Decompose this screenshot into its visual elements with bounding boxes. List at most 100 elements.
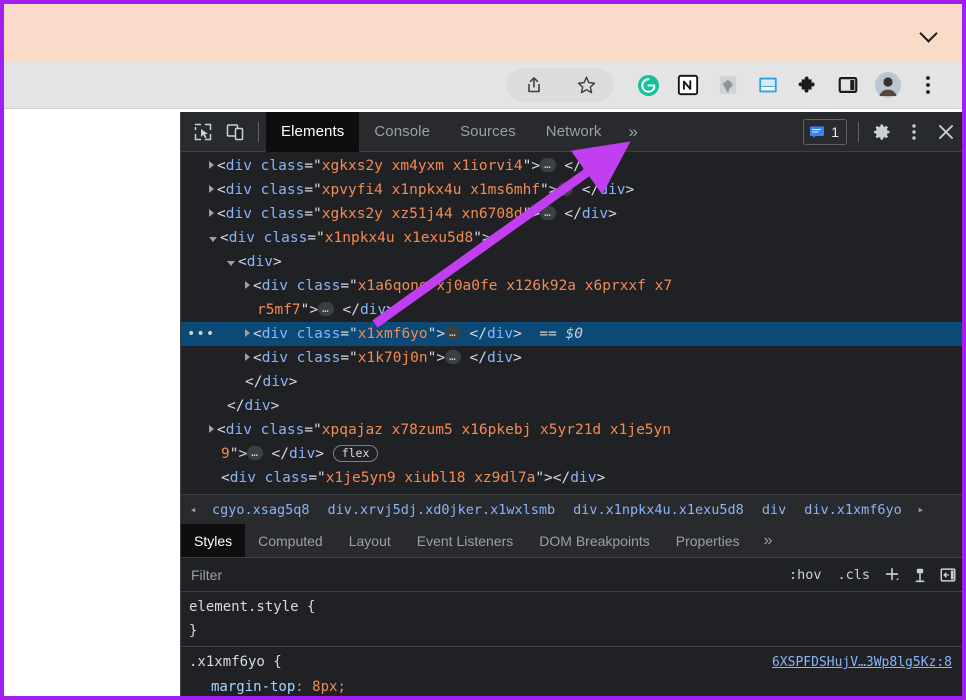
breadcrumb-item[interactable]: div	[753, 502, 795, 518]
collapsed-children-ellipsis[interactable]: …	[318, 302, 334, 316]
dom-row[interactable]: <div class="xgkxs2y xm4yxm x1iorvi4">… <…	[181, 154, 962, 178]
dom-text-punc: ="	[340, 350, 358, 366]
collapsed-children-ellipsis[interactable]: …	[445, 326, 461, 340]
new-style-rule-icon[interactable]	[878, 561, 906, 589]
tab-computed[interactable]: Computed	[245, 524, 336, 557]
dom-row[interactable]: <div>	[181, 250, 962, 274]
expand-triangle-closed-icon[interactable]	[209, 425, 214, 433]
chevron-down-icon[interactable]	[920, 24, 938, 42]
expand-triangle-closed-icon[interactable]	[209, 161, 214, 169]
settings-gear-icon[interactable]	[866, 116, 898, 148]
side-panel-icon[interactable]	[835, 72, 861, 98]
toolbar-divider-2	[858, 121, 859, 142]
stylesheet-source-link[interactable]: 6XSPFDSHujV…3Wp8lg5Kz:8	[772, 651, 952, 675]
pocket-extension-icon[interactable]	[755, 72, 781, 98]
expand-triangle-closed-icon[interactable]	[245, 281, 250, 289]
expand-triangle-closed-icon[interactable]	[209, 209, 214, 217]
dom-text-val: x1k70j0n	[357, 350, 428, 366]
devtools-menu-icon[interactable]	[898, 116, 930, 148]
message-count-badge[interactable]: 1	[803, 118, 847, 145]
dom-text-punc: </	[555, 158, 582, 174]
dom-row[interactable]: </div>	[181, 490, 962, 495]
browser-window: Elements Console Sources Network » 1 <di…	[0, 0, 966, 700]
inspect-element-icon[interactable]	[187, 117, 219, 147]
extensions-puzzle-icon[interactable]	[795, 72, 821, 98]
tab-properties[interactable]: Properties	[663, 524, 753, 557]
dom-row[interactable]: </div>	[181, 394, 962, 418]
dom-text-punc: >	[608, 158, 617, 174]
dom-row[interactable]: <div class="xgkxs2y xz51j44 xn6708d">… <…	[181, 202, 962, 226]
dom-row[interactable]: <div class="x1a6qonq xj0a0fe x126k92a x6…	[181, 274, 962, 298]
tab-event-listeners[interactable]: Event Listeners	[404, 524, 527, 557]
css-property-name[interactable]: margin-top	[211, 679, 295, 695]
dom-row[interactable]: 9">… </div> flex	[181, 442, 962, 466]
expand-triangle-open-icon[interactable]	[227, 260, 235, 266]
css-declaration[interactable]: margin-top: 8px;	[189, 675, 962, 696]
flex-badge[interactable]: flex	[332, 444, 379, 462]
breadcrumb-item[interactable]: div.x1xmf6yo	[795, 502, 911, 518]
tab-layout[interactable]: Layout	[336, 524, 404, 557]
dom-text-punc: </	[573, 182, 600, 198]
collapsed-children-ellipsis[interactable]: …	[445, 350, 461, 364]
collapsed-children-ellipsis[interactable]: …	[540, 158, 556, 172]
css-rules-pane[interactable]: element.style {} .x1xmf6yo { 6XSPFDSHujV…3…	[181, 592, 962, 696]
breadcrumb-scroll-left[interactable]: ◂	[183, 503, 203, 516]
expand-triangle-closed-icon[interactable]	[245, 329, 250, 337]
chrome-menu-icon[interactable]	[915, 72, 941, 98]
breadcrumb-item[interactable]: cgyo.xsag5q8	[203, 502, 319, 518]
dom-text-punc: </	[460, 350, 487, 366]
dom-text-punc: ="	[304, 182, 322, 198]
share-icon[interactable]	[521, 72, 547, 98]
bookmark-star-icon[interactable]	[573, 72, 599, 98]
evernote-extension-icon[interactable]	[715, 72, 741, 98]
tab-elements[interactable]: Elements	[266, 112, 360, 152]
tab-dom-breakpoints[interactable]: DOM Breakpoints	[526, 524, 662, 557]
cls-toggle[interactable]: .cls	[829, 567, 878, 583]
css-selector[interactable]: .x1xmf6yo {	[189, 650, 282, 674]
profile-avatar[interactable]	[875, 72, 901, 98]
dom-row-selected[interactable]: ••• <div class="x1xmf6yo">… </div> == $0	[181, 322, 962, 346]
tab-sources[interactable]: Sources	[445, 112, 531, 152]
dom-text-punc: <	[217, 158, 226, 174]
expand-triangle-closed-icon[interactable]	[245, 353, 250, 361]
dom-row[interactable]: <div class="x1npkx4u x1exu5d8">	[181, 226, 962, 250]
filter-input[interactable]: Filter	[191, 567, 781, 583]
dom-row[interactable]: <div class="x1k70j0n">… </div>	[181, 346, 962, 370]
dom-text-punc: </	[555, 206, 582, 222]
dom-text-punc: ">	[540, 182, 558, 198]
device-toolbar-icon[interactable]	[219, 117, 251, 147]
css-selector[interactable]: element.style {	[189, 595, 315, 619]
css-rule[interactable]: .x1xmf6yo {6XSPFDSHujV…3Wp8lg5Kz:8 margin…	[181, 646, 962, 696]
close-devtools-icon[interactable]	[930, 116, 962, 148]
css-property-value[interactable]: 8px;	[312, 679, 346, 695]
dom-text-attrname: class	[296, 278, 341, 294]
expand-triangle-closed-icon[interactable]	[209, 185, 214, 193]
styles-more-tabs-button[interactable]: »	[753, 524, 784, 557]
collapsed-children-ellipsis[interactable]: …	[557, 182, 574, 196]
dom-text-tag: div	[486, 350, 514, 366]
dom-text-punc: ="	[308, 470, 326, 486]
dom-row[interactable]: <div class="x1je5yn9 xiubl18 xz9dl7a"></…	[181, 466, 962, 490]
message-icon	[810, 126, 825, 138]
tab-console[interactable]: Console	[359, 112, 445, 152]
grammarly-extension-icon[interactable]	[635, 72, 661, 98]
tab-styles[interactable]: Styles	[181, 524, 246, 558]
tab-network[interactable]: Network	[531, 112, 617, 152]
dom-row[interactable]: <div class="xpvyfi4 x1npkx4u x1ms6mhf">……	[181, 178, 962, 202]
dom-row[interactable]: </div>	[181, 370, 962, 394]
computed-sidebar-toggle-icon[interactable]	[906, 561, 934, 589]
breadcrumb-scroll-right[interactable]: ▸	[911, 503, 931, 516]
collapsed-children-ellipsis[interactable]: …	[247, 446, 263, 460]
breadcrumb-item[interactable]: div.xrvj5dj.xd0jker.x1wxlsmb	[319, 502, 565, 518]
dom-row[interactable]: <div class="xpqajaz x78zum5 x16pkebj x5y…	[181, 418, 962, 442]
dom-tree[interactable]: <div class="xgkxs2y xm4yxm x1iorvi4">… <…	[181, 152, 962, 495]
collapsed-children-ellipsis[interactable]: …	[540, 206, 556, 220]
expand-triangle-open-icon[interactable]	[209, 236, 217, 242]
css-rule[interactable]: element.style {}	[181, 592, 962, 646]
notion-extension-icon[interactable]	[675, 72, 701, 98]
breadcrumb-item[interactable]: div.x1npkx4u.x1exu5d8	[564, 502, 753, 518]
hov-toggle[interactable]: :hov	[781, 567, 830, 583]
toggle-sidebar-icon[interactable]	[934, 561, 962, 589]
more-tabs-button[interactable]: »	[617, 112, 651, 152]
dom-row[interactable]: r5mf7">… </div>	[181, 298, 962, 322]
